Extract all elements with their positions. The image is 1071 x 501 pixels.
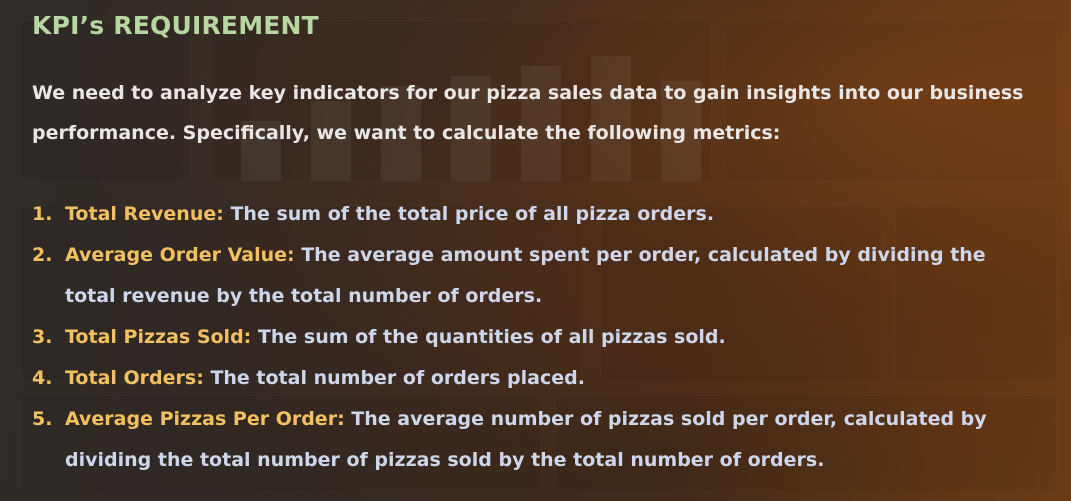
kpi-description: The sum of the total price of all pizza … [230,203,715,225]
kpi-item-total-revenue: 1. Total Revenue: The sum of the total p… [32,194,1037,235]
kpi-number: 1. [32,203,53,225]
kpi-description: The sum of the quantities of all pizzas … [257,326,726,348]
kpi-number: 2. [32,244,53,266]
kpi-term: Total Orders: [65,367,211,389]
kpi-item-total-orders: 4. Total Orders: The total number of ord… [32,358,1037,399]
intro-paragraph: We need to analyze key indicators for ou… [32,82,1024,144]
kpi-list: 1. Total Revenue: The sum of the total p… [32,194,1037,481]
kpi-term: Average Pizzas Per Order: [65,408,352,430]
kpi-item-average-pizzas-per-order: 5. Average Pizzas Per Order: The average… [32,399,1037,481]
kpi-term: Total Revenue: [65,203,231,225]
page-title: KPI’s REQUIREMENT [32,11,319,40]
kpi-number: 4. [32,367,53,389]
kpi-term: Total Pizzas Sold: [65,326,258,348]
kpi-item-total-pizzas-sold: 3. Total Pizzas Sold: The sum of the qua… [32,317,1037,358]
kpi-number: 3. [32,326,53,348]
kpi-description: The total number of orders placed. [210,367,585,389]
kpi-number: 5. [32,408,53,430]
slide: KPI’s REQUIREMENT We need to analyze key… [0,0,1071,501]
kpi-item-average-order-value: 2. Average Order Value: The average amou… [32,235,1037,317]
kpi-term: Average Order Value: [65,244,302,266]
